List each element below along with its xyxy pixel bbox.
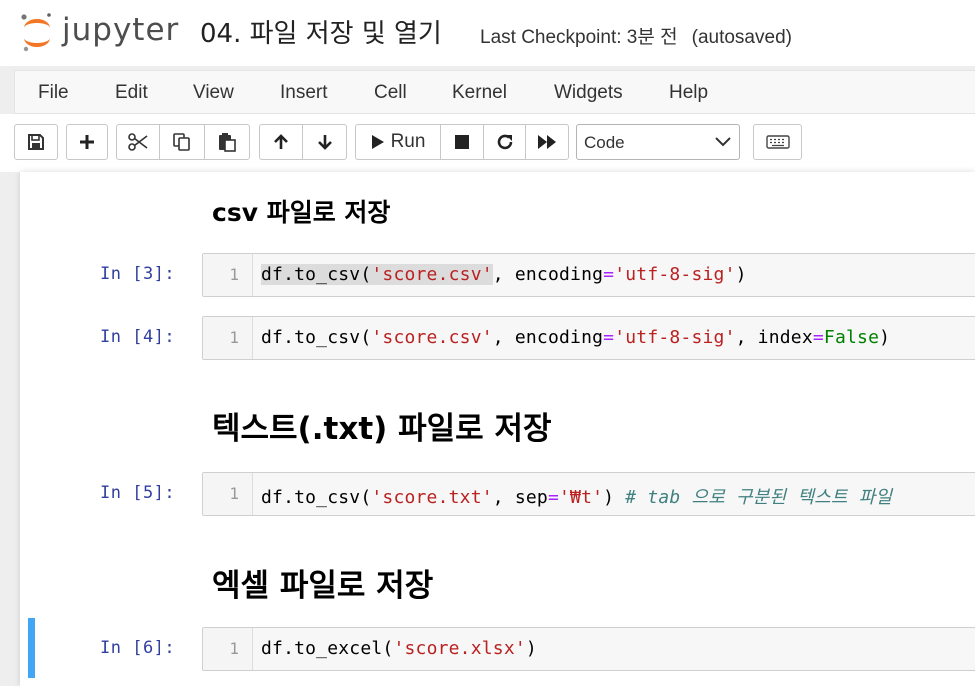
code-keyword: False: [823, 327, 880, 348]
code-string: '₩t': [559, 487, 604, 508]
interrupt-button[interactable]: [440, 124, 484, 160]
line-number: 1: [229, 484, 239, 503]
cell-type-select[interactable]: Code: [576, 124, 740, 160]
menu-widgets[interactable]: Widgets: [554, 82, 623, 104]
code-operator: =: [603, 327, 615, 348]
insert-cell-button[interactable]: [66, 124, 108, 160]
toolbar: Run Code: [0, 114, 975, 172]
cut-button[interactable]: [116, 124, 160, 160]
code-token: , encoding: [492, 264, 604, 285]
code-token: df.to_csv(: [261, 264, 372, 285]
line-number: 1: [229, 328, 239, 347]
code-cell-4[interactable]: 1 df.to_csv('score.csv', encoding='utf-8…: [202, 316, 975, 360]
menu-help[interactable]: Help: [669, 82, 708, 104]
code-token: df.to_csv(: [261, 487, 372, 508]
code-cell-6[interactable]: 1 df.to_excel('score.xlsx'): [202, 627, 975, 671]
code-line[interactable]: df.to_csv('score.csv', encoding='utf-8-s…: [261, 264, 747, 285]
code-token: , sep: [492, 487, 548, 508]
menu-cell[interactable]: Cell: [374, 82, 407, 104]
code-token: ): [735, 264, 747, 285]
paste-icon: [219, 133, 236, 152]
line-gutter: 1: [203, 628, 253, 670]
code-string: 'score.csv': [371, 327, 493, 348]
arrow-up-icon: [274, 134, 288, 149]
restart-button[interactable]: [483, 124, 526, 160]
menu-edit[interactable]: Edit: [115, 82, 148, 104]
code-token: ): [879, 327, 891, 348]
move-down-button[interactable]: [302, 124, 347, 160]
active-cell-indicator: [28, 618, 35, 678]
menu-view[interactable]: View: [193, 82, 234, 104]
run-button[interactable]: Run: [355, 124, 441, 160]
notebook-title[interactable]: 04. 파일 저장 및 열기: [200, 13, 442, 50]
restart-icon: [497, 134, 512, 150]
checkpoint-text: Last Checkpoint: 3분 전: [480, 27, 678, 48]
autosave-text: (autosaved): [691, 27, 792, 48]
line-gutter: 1: [203, 317, 253, 359]
code-line[interactable]: df.to_excel('score.xlsx'): [261, 638, 537, 659]
chevron-down-icon: [715, 137, 731, 147]
stop-icon: [455, 135, 469, 149]
command-palette-button[interactable]: [753, 124, 802, 160]
menu-file[interactable]: File: [38, 82, 69, 104]
save-button[interactable]: [14, 124, 58, 160]
line-gutter: 1: [203, 254, 253, 296]
brand-name[interactable]: jupyter: [62, 12, 179, 48]
markdown-heading-txt[interactable]: 텍스트(.txt) 파일로 저장: [212, 403, 552, 448]
code-string: 'utf-8-sig': [614, 327, 736, 348]
markdown-heading-excel[interactable]: 엑셀 파일로 저장: [212, 560, 433, 605]
save-icon: [28, 134, 44, 150]
restart-run-all-button[interactable]: [525, 124, 569, 160]
keyboard-icon: [765, 135, 790, 149]
code-operator: =: [547, 487, 560, 508]
code-token: , encoding: [492, 327, 604, 348]
line-number: 1: [229, 639, 239, 658]
code-line[interactable]: df.to_csv('score.txt', sep='₩t') # tab 으…: [261, 483, 892, 509]
fast-forward-icon: [538, 135, 556, 149]
code-token: ): [603, 487, 626, 508]
move-up-button[interactable]: [259, 124, 303, 160]
checkpoint-status: Last Checkpoint: 3분 전 (autosaved): [480, 22, 792, 49]
input-prompt: In [3]:: [100, 264, 176, 284]
code-token: df.to_excel(: [261, 638, 394, 659]
code-string: 'score.xlsx': [393, 638, 526, 659]
code-token: , index: [735, 327, 813, 348]
code-string: 'utf-8-sig': [614, 264, 736, 285]
code-comment: # tab 으로 구분된 텍스트 파일: [625, 487, 893, 508]
copy-button[interactable]: [159, 124, 205, 160]
play-icon: [371, 135, 384, 149]
menu-insert[interactable]: Insert: [280, 82, 328, 104]
input-prompt: In [6]:: [100, 638, 176, 658]
run-label: Run: [390, 131, 426, 152]
arrow-down-icon: [317, 135, 332, 150]
code-cell-5[interactable]: 1 df.to_csv('score.txt', sep='₩t') # tab…: [202, 472, 975, 516]
code-token: df.to_csv(: [261, 327, 372, 348]
line-gutter: 1: [203, 473, 253, 515]
cell-type-value: Code: [584, 133, 625, 152]
input-prompt: In [4]:: [100, 327, 176, 347]
paste-button[interactable]: [204, 124, 250, 160]
code-string: 'score.csv': [371, 264, 493, 285]
menu-kernel[interactable]: Kernel: [452, 82, 507, 104]
markdown-heading-csv[interactable]: csv 파일로 저장: [212, 193, 390, 229]
input-prompt: In [5]:: [100, 483, 176, 503]
code-line[interactable]: df.to_csv('score.csv', encoding='utf-8-s…: [261, 327, 890, 348]
header: jupyter 04. 파일 저장 및 열기 Last Checkpoint: …: [0, 0, 975, 66]
code-cell-3[interactable]: 1 df.to_csv('score.csv', encoding='utf-8…: [202, 253, 975, 297]
code-operator: =: [812, 327, 824, 348]
scissors-icon: [128, 133, 148, 151]
code-token: ): [525, 638, 537, 659]
copy-icon: [173, 133, 190, 151]
code-string: 'score.txt': [371, 487, 493, 508]
code-operator: =: [603, 264, 615, 285]
jupyter-logo-icon[interactable]: [20, 12, 54, 52]
line-number: 1: [229, 265, 239, 284]
plus-icon: [80, 135, 94, 149]
menubar: File Edit View Insert Cell Kernel Widget…: [14, 70, 975, 114]
